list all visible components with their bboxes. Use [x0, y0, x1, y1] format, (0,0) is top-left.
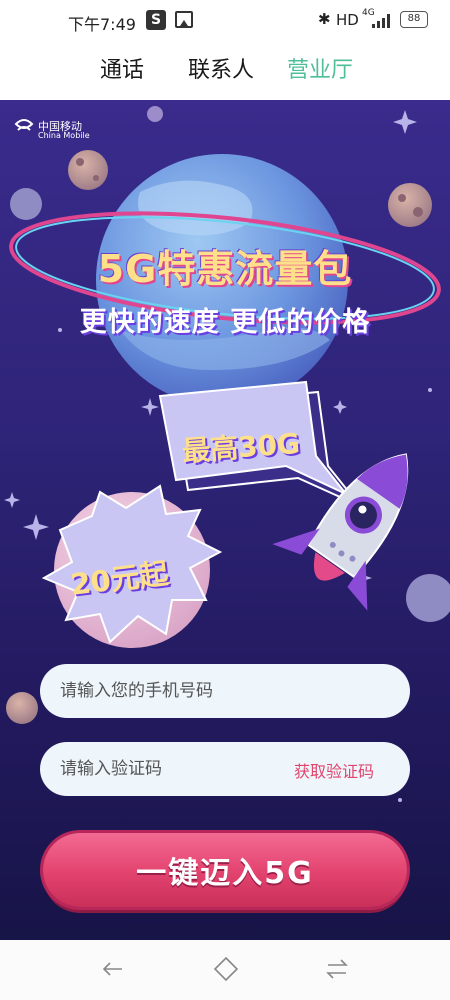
bluetooth-icon: ✱ [318, 10, 331, 28]
top-tabs: 通话 联系人 营业厅 [0, 40, 450, 100]
phone-input[interactable] [60, 664, 280, 718]
china-mobile-logo [14, 119, 34, 131]
promo-banner: 中国移动 China Mobile 5G特惠流量包 更快的速度 更低的价格 最高… [0, 100, 450, 940]
app-notification-icon: S [146, 10, 166, 30]
battery-indicator: 88 [400, 11, 428, 28]
brand-name-en: China Mobile [38, 131, 90, 140]
tab-contacts[interactable]: 联系人 [188, 52, 254, 84]
tab-service-hall[interactable]: 营业厅 [287, 52, 353, 84]
submit-button-wrapper: 一键迈入5G [40, 830, 410, 910]
signal-icon [372, 14, 394, 28]
max-data-label: 最高30G [181, 426, 302, 469]
get-code-button[interactable]: 获取验证码 [294, 758, 374, 782]
status-time: 下午7:49 [68, 15, 136, 34]
code-field-wrapper: 获取验证码 [40, 742, 410, 796]
recent-apps-icon[interactable] [322, 954, 352, 984]
phone-field-wrapper [40, 664, 410, 718]
promo-headline: 5G特惠流量包 [97, 247, 353, 291]
status-bar: 下午7:49 S ✱ HD 4G 88 [0, 0, 450, 40]
small-planet [68, 150, 108, 190]
verification-code-input[interactable] [60, 742, 280, 796]
hd-indicator: HD [336, 11, 359, 29]
enter-5g-button[interactable]: 一键迈入5G [43, 833, 407, 907]
system-nav-bar [0, 940, 450, 1000]
promo-illustration [4, 106, 450, 802]
promo-subline: 更快的速度 更低的价格 [79, 307, 371, 338]
tab-calls[interactable]: 通话 [100, 52, 144, 84]
home-icon[interactable] [211, 954, 241, 984]
back-icon[interactable] [98, 954, 128, 984]
gallery-icon [175, 11, 193, 28]
